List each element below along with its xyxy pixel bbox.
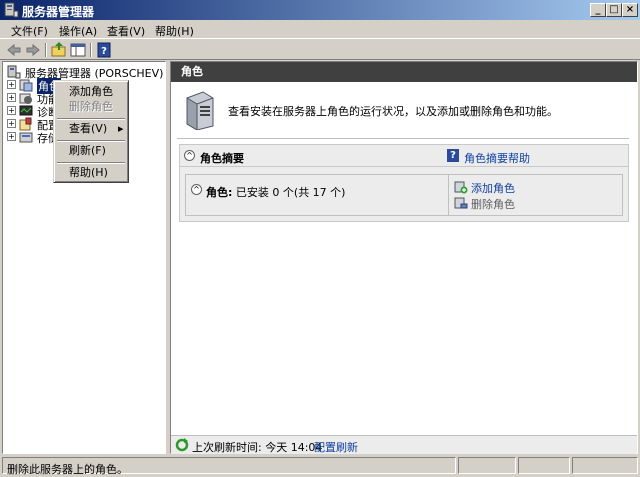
refresh-icon[interactable] xyxy=(175,438,189,452)
menu-action[interactable]: 操作(A) xyxy=(54,22,102,40)
title-bar[interactable]: 服务器管理器 _ □ × xyxy=(0,0,640,20)
status-bar: 删除此服务器上的角色。 xyxy=(0,456,640,476)
diagnostics-icon xyxy=(19,105,33,116)
remove-role-link: 删除角色 xyxy=(471,198,515,211)
server-manager-icon xyxy=(7,65,21,79)
menu-bar: 文件(F) 操作(A) 查看(V) 帮助(H) xyxy=(0,20,640,39)
roles-status: ^ 角色: 已安装 0 个(共 17 个) xyxy=(186,179,448,211)
window-title: 服务器管理器 xyxy=(22,5,95,19)
context-menu: 添加角色 删除角色 查看(V) ▸ 刷新(F) 帮助(H) xyxy=(53,80,129,183)
roles-summary-section: ^ 角色摘要 ? 角色摘要帮助 ^ 角色: 已安装 0 个(共 17 个) 添加… xyxy=(179,144,629,222)
roles-status-text: 角色: 已安装 0 个(共 17 个) xyxy=(206,184,345,200)
storage-icon xyxy=(19,132,33,143)
status-cell xyxy=(572,457,638,474)
status-cell xyxy=(458,457,516,474)
forward-arrow-icon[interactable] xyxy=(24,41,42,59)
expand-toggle[interactable]: + xyxy=(7,106,16,115)
toolbar-separator xyxy=(90,43,92,57)
ctx-view[interactable]: 查看(V) ▸ xyxy=(56,121,126,137)
configuration-icon xyxy=(19,117,32,131)
add-role-link[interactable]: 添加角色 xyxy=(471,180,515,196)
help-book-icon: ? xyxy=(447,149,459,162)
divider xyxy=(448,175,449,215)
divider xyxy=(177,138,629,139)
add-role-icon xyxy=(454,181,468,194)
expand-toggle[interactable]: + xyxy=(7,80,16,89)
up-folder-icon[interactable] xyxy=(50,41,68,59)
configure-refresh-link[interactable]: 配置刷新 xyxy=(314,439,358,455)
status-cell-main: 删除此服务器上的角色。 xyxy=(2,457,456,476)
intro-text: 查看安装在服务器上角色的运行状况，以及添加或删除角色和功能。 xyxy=(228,105,558,118)
details-pane: 角色 查看安装在服务器上角色的运行状况，以及添加或删除角色和功能。 ^ 角色摘要… xyxy=(170,61,638,454)
menu-file[interactable]: 文件(F) xyxy=(6,22,53,40)
menu-separator xyxy=(57,162,125,164)
ctx-refresh[interactable]: 刷新(F) xyxy=(56,143,126,159)
roles-summary-title: 角色摘要 xyxy=(200,152,244,165)
ctx-remove-role: 删除角色 xyxy=(69,100,113,113)
remove-role-icon xyxy=(454,197,468,209)
roles-server-icon xyxy=(186,91,214,130)
menu-separator xyxy=(57,140,125,142)
ctx-add-role[interactable]: 添加角色 xyxy=(56,84,126,100)
collapse-summary-button[interactable]: ^ xyxy=(184,150,195,161)
ctx-help[interactable]: 帮助(H) xyxy=(56,165,126,181)
menu-view[interactable]: 查看(V) xyxy=(102,22,150,40)
roles-summary-header: ^ 角色摘要 ? 角色摘要帮助 xyxy=(180,145,628,167)
roles-label: 角色: xyxy=(206,186,233,199)
maximize-button[interactable]: □ xyxy=(606,3,622,17)
pane-header: 角色 xyxy=(171,62,637,82)
minimize-button[interactable]: _ xyxy=(590,3,606,17)
menu-help[interactable]: 帮助(H) xyxy=(150,22,199,40)
ctx-view-label: 查看(V) xyxy=(69,122,108,135)
collapse-roles-button[interactable]: ^ xyxy=(191,184,202,195)
submenu-arrow-icon: ▸ xyxy=(118,122,124,135)
toolbar-separator xyxy=(45,43,47,57)
roles-count: 已安装 0 个(共 17 个) xyxy=(235,186,346,199)
back-arrow-icon[interactable] xyxy=(5,41,23,59)
features-icon xyxy=(19,93,32,104)
roles-status-box: ^ 角色: 已安装 0 个(共 17 个) 添加角色 删除角色 xyxy=(185,174,623,216)
help-icon[interactable]: ? xyxy=(95,41,113,59)
toolbar: ? xyxy=(0,40,640,60)
roles-summary-help-link[interactable]: 角色摘要帮助 xyxy=(464,150,530,166)
close-button[interactable]: × xyxy=(622,3,638,17)
svg-text:?: ? xyxy=(101,46,107,57)
menu-separator xyxy=(57,118,125,120)
expand-toggle[interactable]: + xyxy=(7,93,16,102)
status-cell xyxy=(518,457,570,474)
last-refresh-text: 上次刷新时间: 今天 14:04 xyxy=(192,441,323,454)
expand-toggle[interactable]: + xyxy=(7,132,16,141)
show-hide-tree-icon[interactable] xyxy=(69,41,87,59)
roles-icon xyxy=(19,79,33,92)
server-manager-icon xyxy=(4,2,19,18)
refresh-bar: 上次刷新时间: 今天 14:04 配置刷新 xyxy=(171,435,637,454)
expand-toggle[interactable]: + xyxy=(7,119,16,128)
